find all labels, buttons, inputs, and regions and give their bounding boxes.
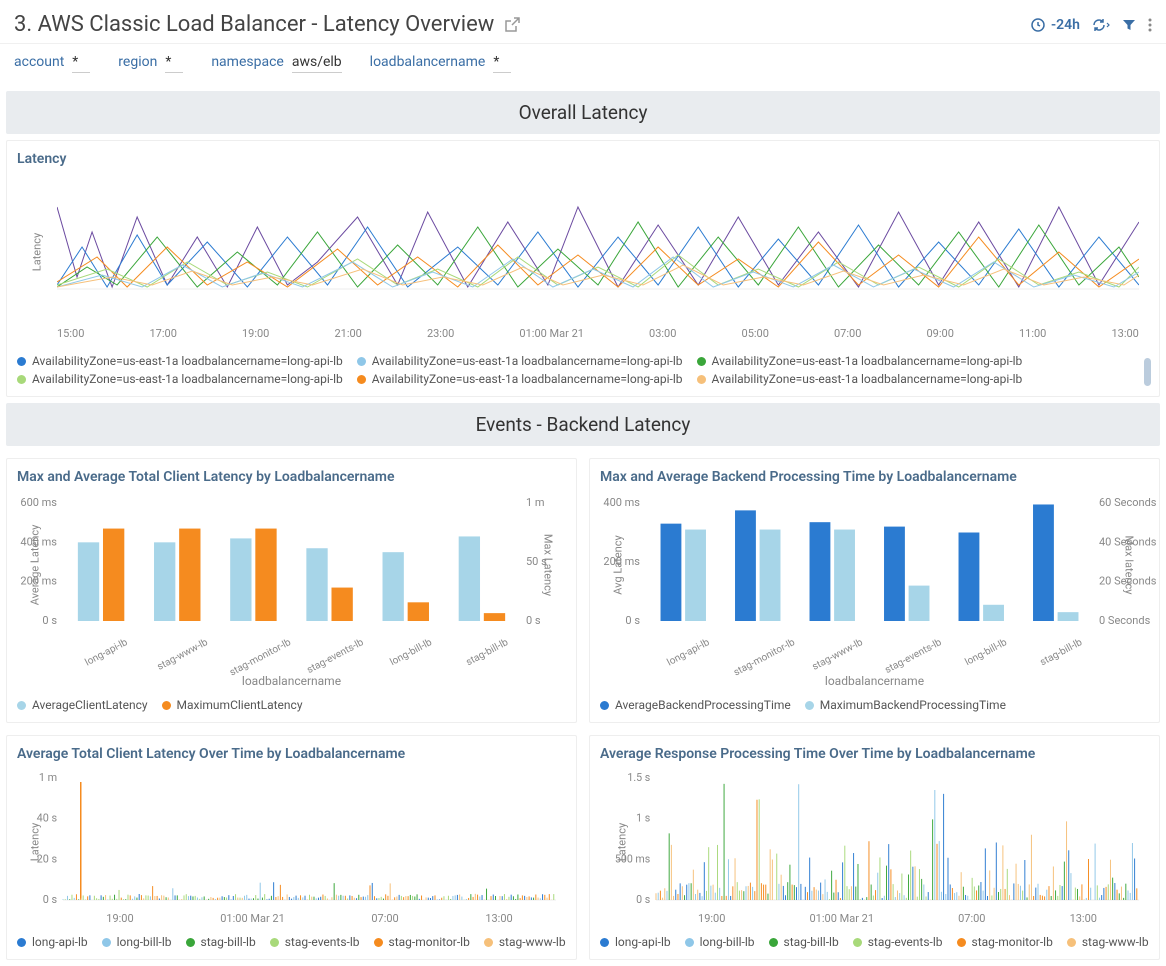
- filter-account[interactable]: account*: [14, 54, 90, 73]
- svg-text:0 Seconds: 0 Seconds: [1099, 614, 1151, 627]
- legend-item[interactable]: long-bill-lb: [102, 935, 172, 949]
- client-latency-bar-chart[interactable]: Average Latency Max Latency 0 s200 ms400…: [63, 495, 520, 635]
- filter-bar: account* region* namespaceaws/elb loadba…: [0, 44, 1166, 85]
- svg-text:1 m: 1 m: [526, 496, 545, 509]
- x-ticks: long-api-lbstag-www-lbstag-monitor-lbsta…: [63, 637, 520, 648]
- panel-title: Average Response Processing Time Over Ti…: [600, 746, 1149, 762]
- legend-item[interactable]: long-api-lb: [600, 935, 671, 949]
- section-backend-latency: Events - Backend Latency: [6, 403, 1160, 446]
- x-axis-label: loadbalancername: [600, 674, 1149, 688]
- panel-client-latency-bar: Max and Average Total Client Latency by …: [6, 458, 577, 723]
- legend-item[interactable]: stag-www-lb: [1067, 935, 1149, 949]
- panel-title: Average Total Client Latency Over Time b…: [17, 746, 566, 762]
- y-axis-right-label: Max latency: [1123, 536, 1136, 595]
- bar-chart-svg: 0 s200 ms400 ms600 ms0 s50 s1 m: [63, 495, 520, 635]
- svg-text:1 s: 1 s: [636, 811, 650, 824]
- svg-text:0 s: 0 s: [526, 614, 541, 627]
- legend-item[interactable]: stag-monitor-lb: [957, 935, 1053, 949]
- y-axis-left-label: Average Latency: [29, 525, 42, 606]
- latency-legend: AvailabilityZone=us-east-1a loadbalancer…: [17, 354, 1149, 368]
- latency-chart[interactable]: Latency 15 s 10 s 5 s 0 s -5 s: [57, 177, 1139, 327]
- time-range-picker[interactable]: -24h: [1031, 17, 1080, 33]
- y-axis-right-label: Max Latency: [542, 534, 555, 596]
- svg-text:0 s: 0 s: [625, 614, 640, 627]
- svg-text:400 ms: 400 ms: [603, 496, 640, 509]
- x-axis-label: loadbalancername: [17, 674, 566, 688]
- y-axis-left-label: Latency: [29, 823, 42, 861]
- legend-item[interactable]: stag-bill-lb: [186, 935, 256, 949]
- x-ticks: long-api-lbstag-monitor-lbstag-www-lbsta…: [646, 637, 1093, 648]
- legend-item[interactable]: stag-bill-lb: [769, 935, 839, 949]
- line-legend: long-api-lb long-bill-lb stag-bill-lb stag-…: [600, 935, 1149, 949]
- legend-item[interactable]: stag-events-lb: [853, 935, 943, 949]
- dashboard-header: 3. AWS Classic Load Balancer - Latency O…: [0, 0, 1166, 44]
- latency-y-axis-label: Latency: [31, 233, 44, 271]
- refresh-icon[interactable]: [1092, 18, 1110, 32]
- time-range-label: -24h: [1051, 17, 1080, 33]
- bar-legend: AverageBackendProcessingTime MaximumBack…: [600, 698, 1149, 712]
- svg-text:0 s: 0 s: [43, 893, 58, 906]
- latency-legend: AvailabilityZone=us-east-1a loadbalancer…: [17, 372, 1149, 386]
- panel-response-processing-line: Average Response Processing Time Over Ti…: [589, 735, 1160, 960]
- legend-item[interactable]: long-bill-lb: [685, 935, 755, 949]
- panel-backend-processing-bar: Max and Average Backend Processing Time …: [589, 458, 1160, 723]
- legend-item[interactable]: stag-monitor-lb: [374, 935, 470, 949]
- line-chart-svg: 0 s500 ms1 s1.5 s: [656, 772, 1139, 912]
- panel-client-latency-line: Average Total Client Latency Over Time b…: [6, 735, 577, 960]
- legend-item[interactable]: MaximumBackendProcessingTime: [805, 698, 1006, 712]
- filter-icon[interactable]: [1122, 18, 1136, 32]
- page-title: 3. AWS Classic Load Balancer - Latency O…: [14, 12, 494, 37]
- svg-text:1 m: 1 m: [39, 771, 57, 784]
- response-processing-line-chart[interactable]: Latency 0 s500 ms1 s1.5 s: [656, 772, 1139, 912]
- legend-item[interactable]: AverageClientLatency: [17, 698, 148, 712]
- svg-text:0 s: 0 s: [42, 614, 57, 627]
- line-chart-svg: 0 s20 s40 s1 m: [63, 772, 556, 912]
- legend-item[interactable]: AvailabilityZone=us-east-1a loadbalancer…: [697, 354, 1023, 368]
- section-overall-latency: Overall Latency: [6, 91, 1160, 134]
- clock-icon: [1031, 18, 1045, 32]
- legend-item[interactable]: AvailabilityZone=us-east-1a loadbalancer…: [17, 372, 343, 386]
- share-icon[interactable]: [504, 17, 520, 33]
- legend-item[interactable]: AverageBackendProcessingTime: [600, 698, 791, 712]
- filter-region[interactable]: region*: [118, 54, 183, 73]
- filter-loadbalancername[interactable]: loadbalancername*: [370, 54, 512, 73]
- svg-text:600 ms: 600 ms: [20, 496, 57, 509]
- panel-title: Max and Average Backend Processing Time …: [600, 469, 1149, 485]
- legend-item[interactable]: MaximumClientLatency: [162, 698, 303, 712]
- line-legend: long-api-lb long-bill-lb stag-bill-lb stag-…: [17, 935, 566, 949]
- svg-text:0 s: 0 s: [636, 893, 650, 906]
- backend-processing-bar-chart[interactable]: Avg Latency Max latency 0 s200 ms400 ms0…: [646, 495, 1093, 635]
- panel-latency: Latency Latency 15 s 10 s 5 s 0 s -5 s: [6, 140, 1160, 397]
- y-axis-left-label: Avg Latency: [612, 535, 625, 594]
- panel-latency-title: Latency: [17, 151, 1149, 167]
- x-ticks: 19:0001:00 Mar 2107:0013:00: [656, 912, 1139, 925]
- client-latency-line-chart[interactable]: Latency 0 s20 s40 s1 m: [63, 772, 556, 912]
- filter-namespace[interactable]: namespaceaws/elb: [211, 54, 341, 73]
- legend-item[interactable]: long-api-lb: [17, 935, 88, 949]
- svg-text:60 Seconds: 60 Seconds: [1099, 496, 1157, 509]
- y-axis-left-label: Latency: [616, 823, 629, 861]
- panel-title: Max and Average Total Client Latency by …: [17, 469, 566, 485]
- legend-item[interactable]: AvailabilityZone=us-east-1a loadbalancer…: [17, 354, 343, 368]
- latency-x-ticks: 15:0017:0019:0021:0023:0001:00 Mar 2103:…: [57, 327, 1139, 340]
- scrollbar-thumb[interactable]: [1144, 358, 1151, 386]
- legend-item[interactable]: stag-events-lb: [270, 935, 360, 949]
- more-menu-icon[interactable]: [1148, 18, 1152, 32]
- legend-item[interactable]: AvailabilityZone=us-east-1a loadbalancer…: [697, 372, 1023, 386]
- legend-item[interactable]: AvailabilityZone=us-east-1a loadbalancer…: [357, 372, 683, 386]
- legend-item[interactable]: AvailabilityZone=us-east-1a loadbalancer…: [357, 354, 683, 368]
- x-ticks: 19:0001:00 Mar 2107:0013:00: [63, 912, 556, 925]
- bar-legend: AverageClientLatency MaximumClientLatenc…: [17, 698, 566, 712]
- svg-text:1.5 s: 1.5 s: [627, 771, 650, 784]
- legend-item[interactable]: stag-www-lb: [484, 935, 566, 949]
- latency-svg: 15 s 10 s 5 s 0 s -5 s: [57, 177, 1139, 327]
- bar-chart-svg: 0 s200 ms400 ms0 Seconds20 Seconds40 Sec…: [646, 495, 1093, 635]
